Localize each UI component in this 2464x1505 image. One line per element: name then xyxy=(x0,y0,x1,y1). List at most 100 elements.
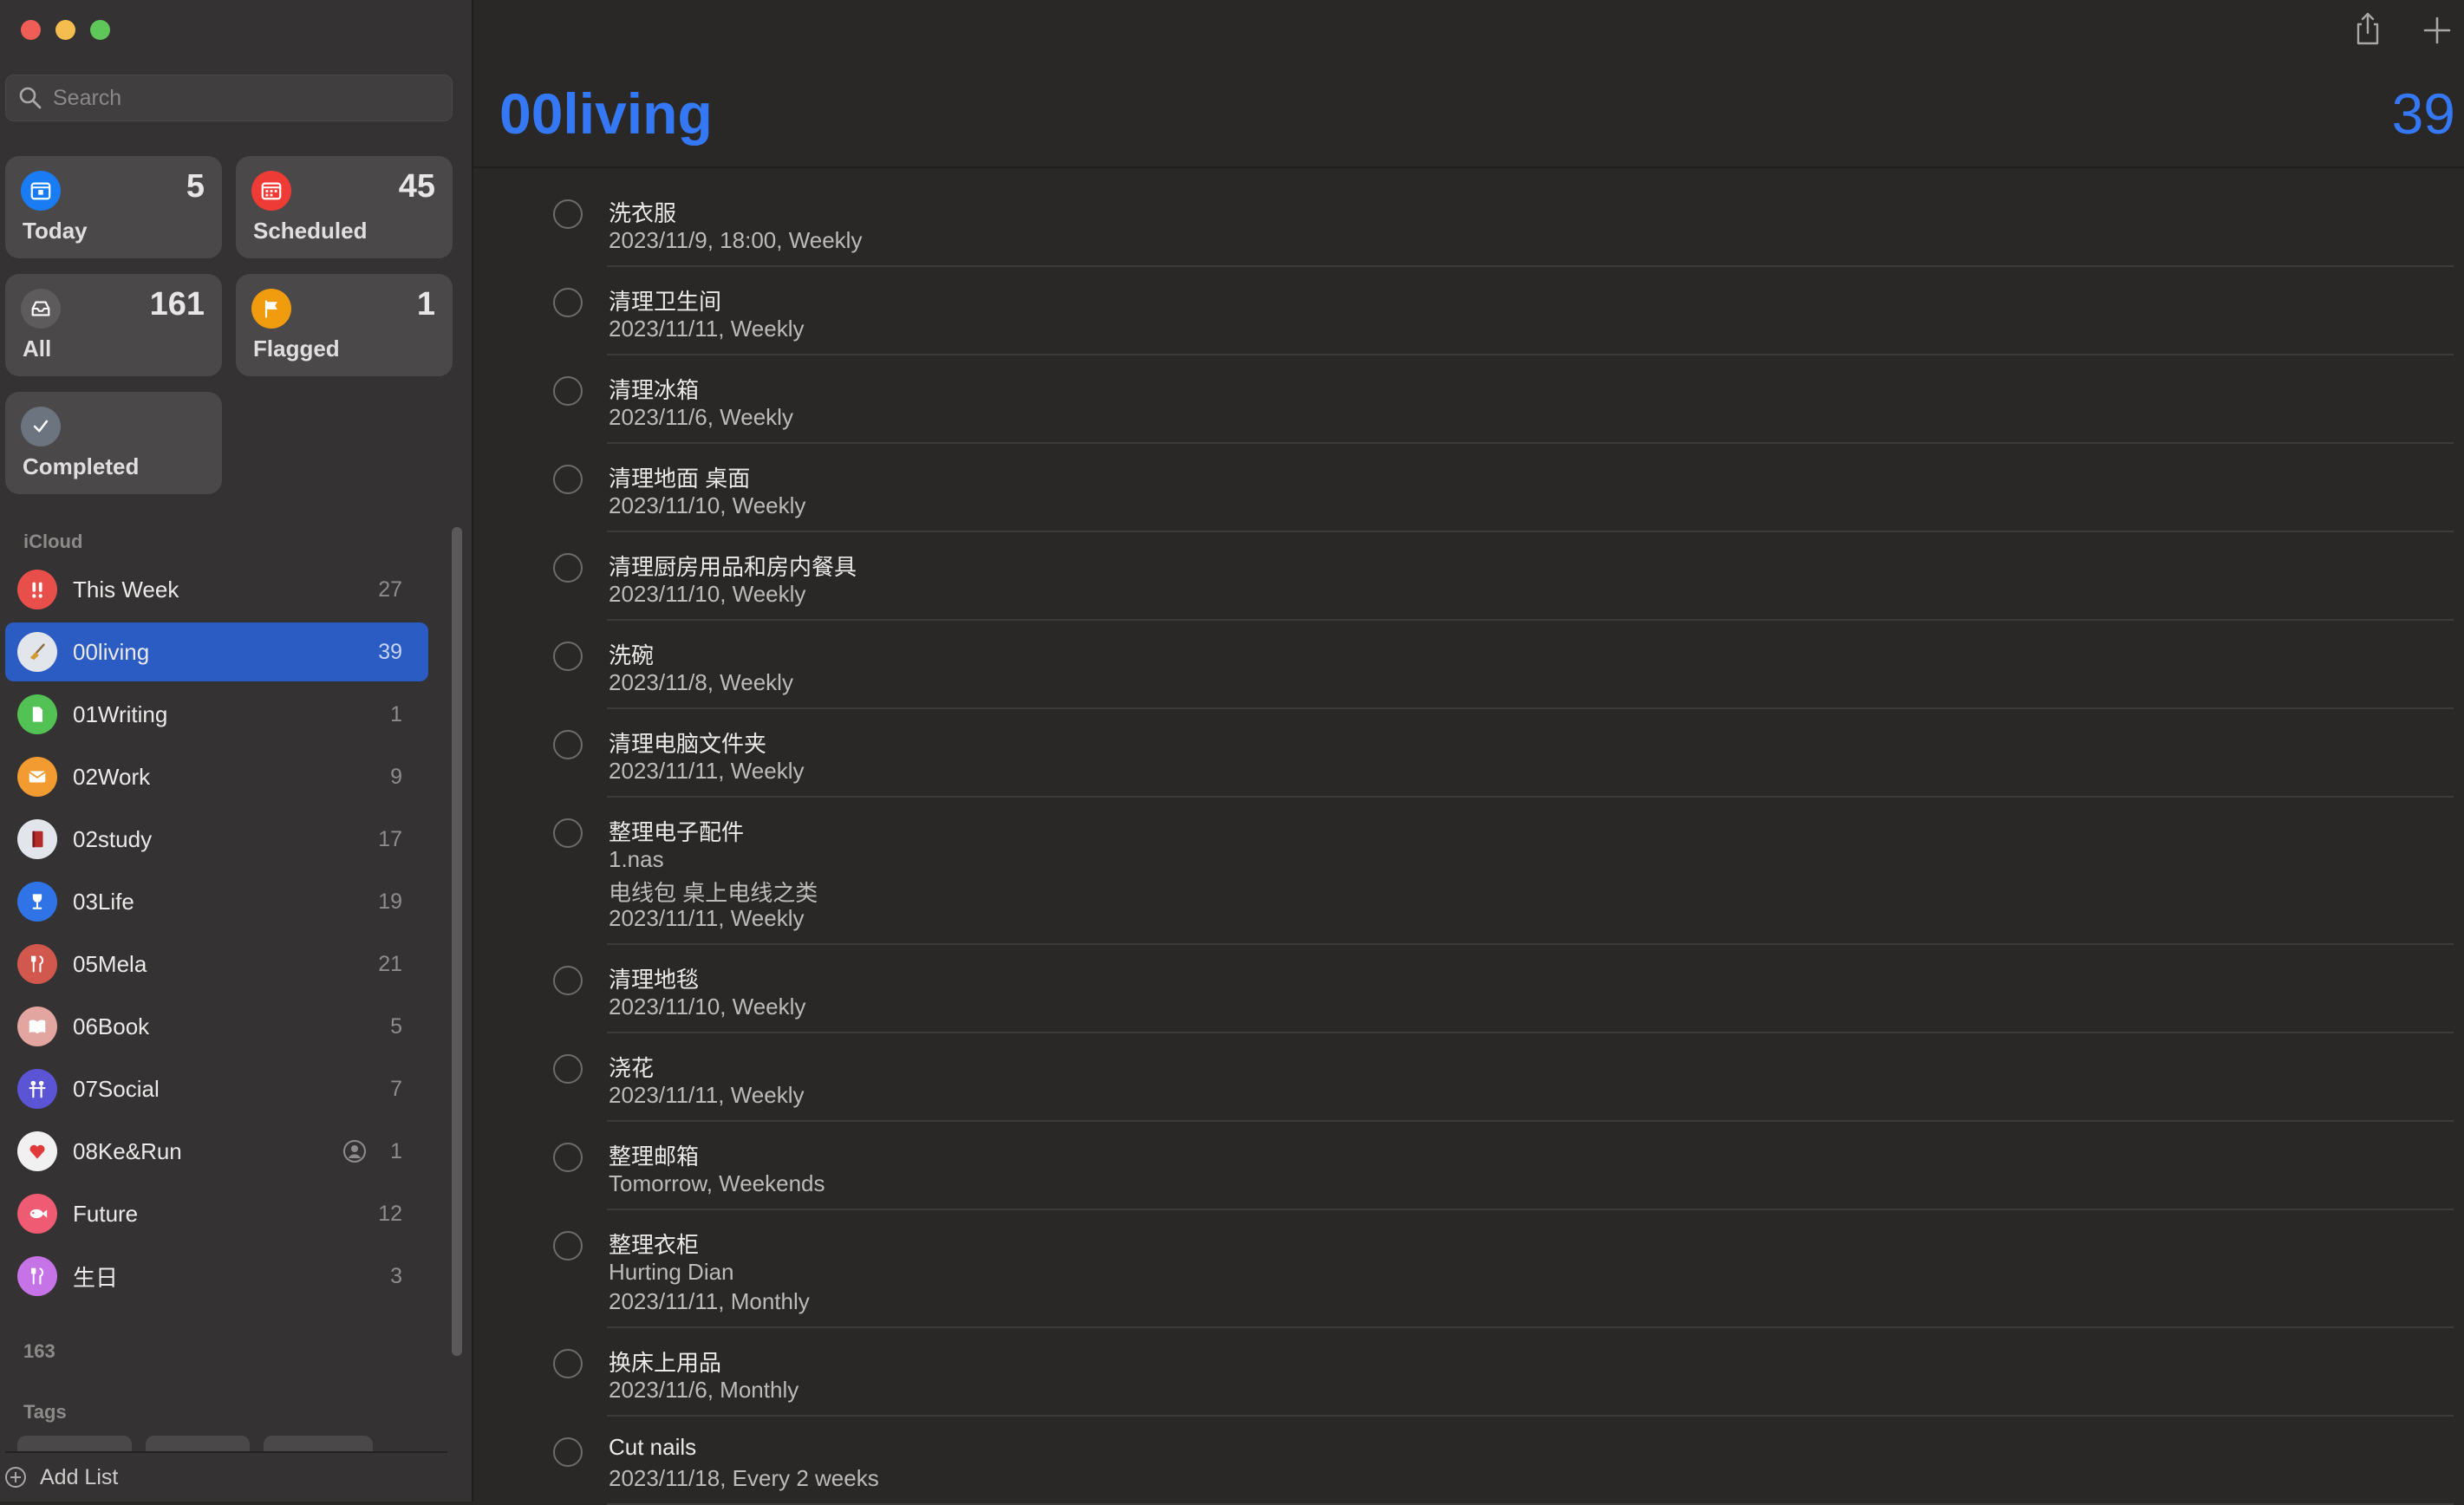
list-name: This Week xyxy=(73,576,179,603)
reminder-due-date: 2023/11/10, Weekly xyxy=(609,581,806,607)
list-item-future[interactable]: Future 12 xyxy=(5,1184,428,1243)
reminder-title[interactable]: 清理电脑文件夹 xyxy=(609,726,766,759)
reminder-row[interactable]: 整理邮箱 Tomorrow, Weekends xyxy=(473,1122,2454,1210)
reminder-title[interactable]: 洗衣服 xyxy=(609,196,676,228)
list-title: 00living xyxy=(499,81,713,146)
reminder-row[interactable]: 整理衣柜 Hurting Dian 2023/11/11, Monthly xyxy=(473,1210,2454,1328)
reminder-row[interactable]: 清理电脑文件夹 2023/11/11, Weekly xyxy=(473,709,2454,798)
list-count: 19 xyxy=(378,889,402,914)
complete-checkbox[interactable] xyxy=(553,1437,583,1467)
complete-checkbox[interactable] xyxy=(553,730,583,759)
reminder-row[interactable]: 换床上用品 2023/11/6, Monthly xyxy=(473,1328,2454,1417)
list-item-birthday[interactable]: 生日 3 xyxy=(5,1247,428,1306)
list-item-08ke-run[interactable]: 08Ke&Run 1 xyxy=(5,1122,428,1181)
reminder-title[interactable]: 清理冰箱 xyxy=(609,373,699,405)
complete-checkbox[interactable] xyxy=(553,1231,583,1261)
reminder-title[interactable]: 浇花 xyxy=(609,1051,654,1083)
complete-checkbox[interactable] xyxy=(553,818,583,848)
reminder-row[interactable]: 整理电子配件 1.nas 电线包 桌上电线之类 2023/11/11, Weekly xyxy=(473,798,2454,945)
reminder-title[interactable]: 整理电子配件 xyxy=(609,815,744,847)
list-name: 02study xyxy=(73,825,153,852)
sidebar-scrollbar[interactable] xyxy=(452,527,462,1356)
list-count: 9 xyxy=(390,764,402,789)
reminder-title[interactable]: 清理厨房用品和房内餐具 xyxy=(609,550,857,582)
add-list-label: Add List xyxy=(40,1464,119,1489)
flagged-count: 1 xyxy=(416,286,435,322)
list-item-02study[interactable]: 02study 17 xyxy=(5,810,428,869)
reminder-row[interactable]: 浇花 2023/11/11, Weekly xyxy=(473,1033,2454,1122)
reminder-row[interactable]: 清理卫生间 2023/11/11, Weekly xyxy=(473,267,2454,355)
reminder-title[interactable]: 洗碗 xyxy=(609,638,654,670)
calendar-grid-icon xyxy=(251,171,291,211)
smart-list-today[interactable]: 5 Today xyxy=(5,156,222,258)
list-item-05mela[interactable]: 05Mela 21 xyxy=(5,935,428,994)
checkmark-icon xyxy=(21,407,61,446)
smart-list-scheduled[interactable]: 45 Scheduled xyxy=(236,156,453,258)
complete-checkbox[interactable] xyxy=(553,1143,583,1172)
search-field[interactable] xyxy=(5,75,453,121)
other-section-label[interactable]: 163 xyxy=(23,1340,55,1363)
smart-list-completed[interactable]: Completed xyxy=(5,392,222,494)
window-controls xyxy=(21,20,110,40)
smart-list-all[interactable]: 161 All xyxy=(5,274,222,376)
reminder-title[interactable]: 整理衣柜 xyxy=(609,1228,699,1260)
broom-icon xyxy=(17,632,57,672)
complete-checkbox[interactable] xyxy=(553,642,583,671)
list-item-07social[interactable]: 07Social 7 xyxy=(5,1059,428,1118)
document-icon xyxy=(17,694,57,734)
complete-checkbox[interactable] xyxy=(553,966,583,995)
tags-section-label[interactable]: Tags xyxy=(23,1401,67,1424)
minimize-window-button[interactable] xyxy=(55,20,75,40)
list-item-00living[interactable]: 00living 39 xyxy=(5,622,428,681)
reminder-row[interactable]: 洗碗 2023/11/8, Weekly xyxy=(473,621,2454,709)
smart-list-flagged[interactable]: 1 Flagged xyxy=(236,274,453,376)
complete-checkbox[interactable] xyxy=(553,288,583,317)
add-list-button[interactable]: Add List xyxy=(0,1460,118,1495)
list-item-this-week[interactable]: This Week 27 xyxy=(5,560,428,619)
share-icon[interactable] xyxy=(2353,10,2383,47)
complete-checkbox[interactable] xyxy=(553,1349,583,1378)
completed-label: Completed xyxy=(23,453,140,479)
tag-chip[interactable] xyxy=(264,1436,373,1453)
reminder-title[interactable]: 清理地面 桌面 xyxy=(609,461,750,493)
reminder-row[interactable]: 清理地面 桌面 2023/11/10, Weekly xyxy=(473,444,2454,532)
tag-chip[interactable] xyxy=(146,1436,250,1453)
complete-checkbox[interactable] xyxy=(553,465,583,494)
complete-checkbox[interactable] xyxy=(553,199,583,229)
add-reminder-icon[interactable] xyxy=(2422,16,2452,45)
reminder-title[interactable]: 整理邮箱 xyxy=(609,1139,699,1171)
wineglass-icon xyxy=(17,882,57,922)
sidebar-divider xyxy=(5,1451,447,1453)
reminder-row[interactable]: Cut nails 2023/11/18, Every 2 weeks xyxy=(473,1417,2454,1505)
reminder-title[interactable]: 清理地毯 xyxy=(609,962,699,994)
list-name: 01Writing xyxy=(73,700,168,727)
reminder-due-date: 2023/11/11, Weekly xyxy=(609,1082,805,1108)
reminder-row[interactable]: 洗衣服 2023/11/9, 18:00, Weekly xyxy=(473,179,2454,267)
reminder-row[interactable]: 清理冰箱 2023/11/6, Weekly xyxy=(473,355,2454,444)
reminder-title[interactable]: 清理卫生间 xyxy=(609,284,721,316)
tag-chip[interactable] xyxy=(17,1436,132,1453)
reminder-due-date: 2023/11/6, Weekly xyxy=(609,404,793,430)
reminder-row[interactable]: 清理地毯 2023/11/10, Weekly xyxy=(473,945,2454,1033)
list-name: 00living xyxy=(73,638,150,665)
exclamation-icon xyxy=(17,570,57,609)
complete-checkbox[interactable] xyxy=(553,553,583,583)
calendar-today-icon xyxy=(21,171,61,211)
reminder-title[interactable]: Cut nails xyxy=(609,1434,696,1461)
list-item-03life[interactable]: 03Life 19 xyxy=(5,872,428,931)
reminder-title[interactable]: 换床上用品 xyxy=(609,1345,721,1378)
complete-checkbox[interactable] xyxy=(553,376,583,406)
reminder-due-date: 2023/11/11, Weekly xyxy=(609,316,805,342)
scheduled-label: Scheduled xyxy=(253,218,368,244)
search-input[interactable] xyxy=(51,84,436,112)
reminder-due-date: 2023/11/10, Weekly xyxy=(609,994,806,1020)
list-item-06book[interactable]: 06Book 5 xyxy=(5,997,428,1056)
reminder-row[interactable]: 清理厨房用品和房内餐具 2023/11/10, Weekly xyxy=(473,532,2454,621)
complete-checkbox[interactable] xyxy=(553,1054,583,1084)
reminder-due-date: 2023/11/18, Every 2 weeks xyxy=(609,1465,879,1491)
list-item-01writing[interactable]: 01Writing 1 xyxy=(5,685,428,744)
zoom-window-button[interactable] xyxy=(90,20,110,40)
close-window-button[interactable] xyxy=(21,20,41,40)
list-count: 1 xyxy=(390,701,402,726)
list-item-02work[interactable]: 02Work 9 xyxy=(5,747,428,806)
